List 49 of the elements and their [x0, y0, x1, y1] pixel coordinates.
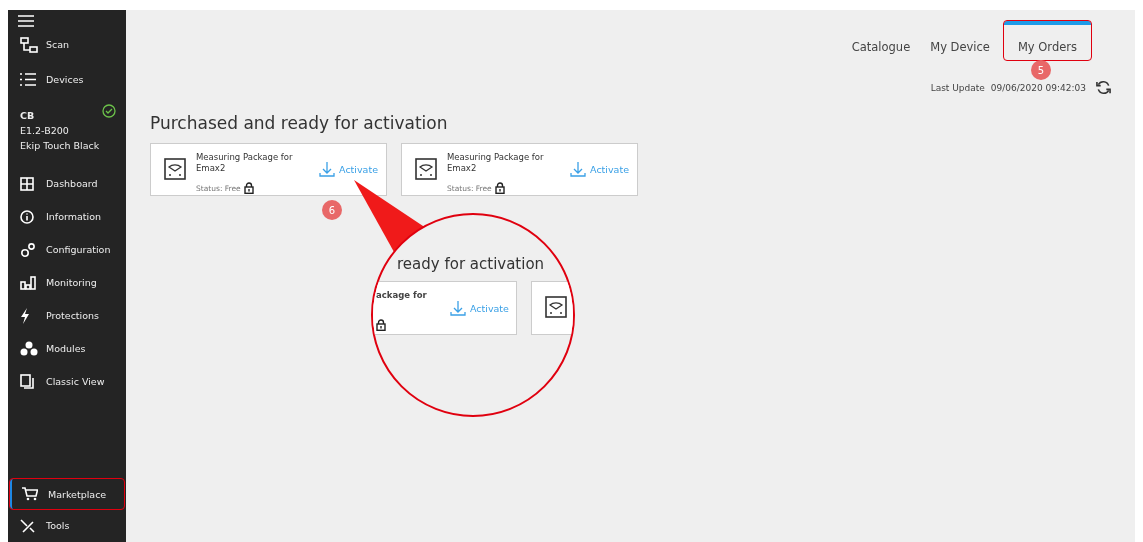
sidebar-item[interactable]: Scan	[8, 28, 126, 61]
sidebar-item[interactable]: Protections	[8, 299, 126, 332]
modules-icon	[20, 340, 38, 357]
sidebar-item[interactable]: Dashboard	[8, 167, 126, 200]
device-name: CB	[20, 109, 36, 123]
gears-icon	[20, 241, 36, 258]
cart-icon	[22, 487, 38, 501]
meter-icon	[415, 158, 437, 180]
list-icon	[20, 73, 36, 86]
download-icon	[319, 161, 336, 177]
network-icon	[20, 36, 38, 53]
bar-chart-icon	[20, 275, 36, 290]
lock-icon	[376, 319, 386, 331]
meter-icon	[164, 158, 186, 180]
product-title: Measuring Package for Emax2	[196, 152, 294, 174]
tab[interactable]: My Device	[920, 18, 1000, 60]
meter-icon	[545, 296, 567, 318]
sidebar-item[interactable]: Devices	[8, 63, 126, 96]
sidebar-item[interactable]: Configuration	[8, 233, 126, 266]
lock-icon	[494, 182, 505, 194]
last-update-label: Last Update	[930, 82, 985, 93]
download-icon	[450, 300, 466, 316]
tab[interactable]: Catalogue	[841, 18, 921, 60]
callout-badge: 5	[1030, 60, 1051, 80]
sidebar-item[interactable]: Tools	[8, 509, 126, 542]
section-title: Purchased and ready for activation	[150, 113, 449, 133]
info-icon	[20, 209, 34, 224]
device-type: Ekip Touch Black	[20, 139, 101, 153]
pages-icon	[20, 374, 34, 389]
device-model: E1.2-B200	[20, 124, 70, 138]
download-icon	[570, 161, 587, 177]
tools-icon	[20, 518, 36, 533]
sidebar-item[interactable]: Information	[8, 200, 126, 233]
grid-icon	[20, 176, 34, 191]
menu-icon[interactable]	[18, 15, 34, 28]
zoomed-card-title: ackage for	[376, 290, 427, 300]
lock-icon	[243, 182, 254, 194]
product-title: Measuring Package for Emax2	[447, 152, 545, 174]
tab[interactable]: My Orders	[1003, 21, 1091, 60]
sidebar-item[interactable]: Marketplace	[10, 479, 124, 509]
sidebar-item[interactable]: Monitoring	[8, 266, 126, 299]
sidebar-item[interactable]: Classic View	[8, 365, 126, 398]
refresh-button[interactable]	[1096, 80, 1111, 95]
zoomed-activate: Activate	[450, 300, 509, 316]
sidebar-item[interactable]: Modules	[8, 332, 126, 365]
lightning-icon	[20, 307, 30, 324]
zoomed-title: ready for activation	[397, 255, 545, 273]
callout-badge: 6	[322, 200, 342, 220]
last-update-value: 09/06/2020 09:42:03	[990, 82, 1086, 93]
